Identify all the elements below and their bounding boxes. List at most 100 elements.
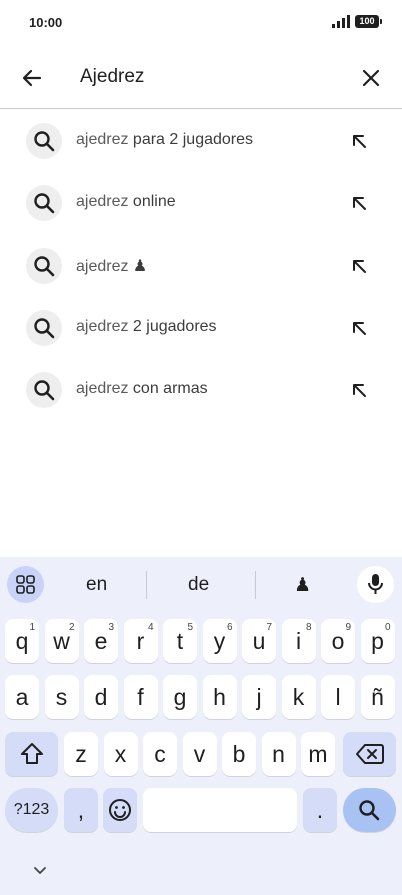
backspace-icon — [356, 744, 384, 764]
suggestion-match: ajedrez — [76, 193, 129, 211]
suggestion-item[interactable]: ajedrez 2 jugadores — [0, 297, 402, 359]
shift-key[interactable] — [5, 732, 58, 776]
shift-icon — [21, 743, 43, 764]
suggestion-text: ajedrez con armas — [76, 380, 208, 398]
key-h[interactable]: h — [202, 675, 237, 719]
key-ñ[interactable]: ñ — [360, 675, 395, 719]
key-b[interactable]: b — [222, 732, 256, 776]
key-y[interactable]: y6 — [202, 619, 237, 663]
back-arrow-icon[interactable] — [18, 64, 46, 92]
key-z[interactable]: z — [64, 732, 98, 776]
key-label: l — [335, 684, 341, 710]
key-r[interactable]: r4 — [123, 619, 158, 663]
key-label: n — [272, 741, 285, 767]
key-label: e — [94, 628, 108, 654]
suggestion-item[interactable]: ajedrez ♟ — [0, 235, 402, 297]
divider — [255, 571, 256, 599]
key-f[interactable]: f — [123, 675, 158, 719]
key-l[interactable]: l — [321, 675, 355, 719]
key-label: g — [173, 684, 187, 710]
key-t[interactable]: t5 — [163, 619, 197, 663]
key-hint: 0 — [384, 622, 391, 633]
suggestion-text: ajedrez ♟ — [76, 256, 147, 276]
key-label: w — [53, 628, 70, 654]
key-hint: 9 — [345, 622, 351, 633]
key-label: i — [295, 628, 302, 654]
suggestion-rest: con armas — [128, 380, 208, 398]
suggestion-rest: ♟ — [128, 257, 148, 275]
status-time: 10:00 — [29, 15, 63, 30]
key-u[interactable]: u7 — [242, 619, 276, 663]
key-c[interactable]: c — [143, 732, 177, 776]
keyboard-suggestion-word[interactable]: de — [188, 574, 209, 596]
chevron-down-icon[interactable] — [31, 864, 49, 876]
backspace-key[interactable] — [343, 732, 396, 776]
search-icon — [26, 247, 62, 284]
keyboard-suggestion-emoji[interactable]: ♟ — [294, 574, 311, 597]
key-e[interactable]: e3 — [84, 619, 118, 663]
key-d[interactable]: d — [84, 675, 118, 719]
key-g[interactable]: g — [163, 675, 197, 719]
key-label: z — [75, 741, 87, 767]
fill-query-arrow-icon[interactable] — [349, 318, 369, 338]
key-hint: 6 — [226, 622, 233, 633]
suggestion-text: ajedrez online — [76, 193, 176, 211]
key-hint: 4 — [147, 622, 154, 633]
key-s[interactable]: s — [44, 675, 79, 719]
key-label: v — [193, 741, 206, 767]
suggestion-rest: online — [128, 193, 176, 211]
microphone-icon[interactable] — [357, 566, 394, 603]
key-o[interactable]: o9 — [321, 619, 355, 663]
key-label: c — [154, 741, 166, 767]
key-w[interactable]: w2 — [44, 619, 79, 663]
suggestion-item[interactable]: ajedrez online — [0, 172, 402, 234]
key-p[interactable]: p0 — [360, 619, 395, 663]
suggestion-match: ajedrez — [76, 380, 129, 398]
key-q[interactable]: q1 — [5, 619, 39, 663]
key-v[interactable]: v — [182, 732, 217, 776]
key-label: q — [15, 628, 29, 654]
key-label: x — [114, 741, 127, 767]
emoji-key[interactable] — [103, 788, 137, 832]
key-m[interactable]: m — [301, 732, 335, 776]
search-icon — [359, 800, 380, 821]
key-hint: 5 — [187, 622, 193, 633]
suggestion-item[interactable]: ajedrez para 2 jugadores — [0, 110, 402, 172]
suggestion-rest: para 2 jugadores — [128, 131, 254, 148]
battery-icon: 100 — [355, 15, 382, 28]
key-label: s — [55, 684, 68, 710]
period-key[interactable]: . — [303, 788, 337, 832]
key-i[interactable]: i8 — [281, 619, 316, 663]
suggestion-item[interactable]: ajedrez con armas — [0, 359, 402, 421]
key-label: k — [292, 684, 305, 710]
search-icon — [26, 123, 62, 159]
key-label: m — [308, 741, 328, 767]
key-a[interactable]: a — [5, 675, 39, 719]
fill-query-arrow-icon[interactable] — [349, 256, 369, 276]
key-k[interactable]: k — [281, 675, 316, 719]
fill-query-arrow-icon[interactable] — [349, 193, 369, 213]
suggestion-match: ajedrez — [76, 131, 129, 148]
key-label: y — [213, 628, 226, 654]
fill-query-arrow-icon[interactable] — [349, 380, 369, 400]
key-hint: 7 — [266, 622, 272, 633]
key-j[interactable]: j — [242, 675, 276, 719]
keyboard-suggestion-word[interactable]: en — [86, 574, 107, 596]
fill-query-arrow-icon[interactable] — [349, 131, 369, 151]
key-label: h — [213, 684, 226, 710]
divider — [146, 571, 147, 599]
key-label: t — [176, 628, 184, 654]
search-input[interactable]: Ajedrez — [80, 66, 144, 88]
search-bar: Ajedrez — [0, 50, 402, 109]
symbols-key[interactable]: ?123 — [5, 788, 58, 832]
search-icon — [26, 309, 62, 346]
clear-search-icon[interactable] — [357, 64, 385, 92]
space-key[interactable] — [143, 788, 297, 832]
key-n[interactable]: n — [261, 732, 296, 776]
suggestion-rest: 2 jugadores — [128, 317, 217, 335]
key-label: ?123 — [13, 801, 50, 818]
keyboard-menu-icon[interactable] — [7, 566, 44, 603]
key-x[interactable]: x — [103, 732, 138, 776]
comma-key[interactable]: , — [64, 788, 98, 832]
search-key[interactable] — [343, 788, 396, 832]
